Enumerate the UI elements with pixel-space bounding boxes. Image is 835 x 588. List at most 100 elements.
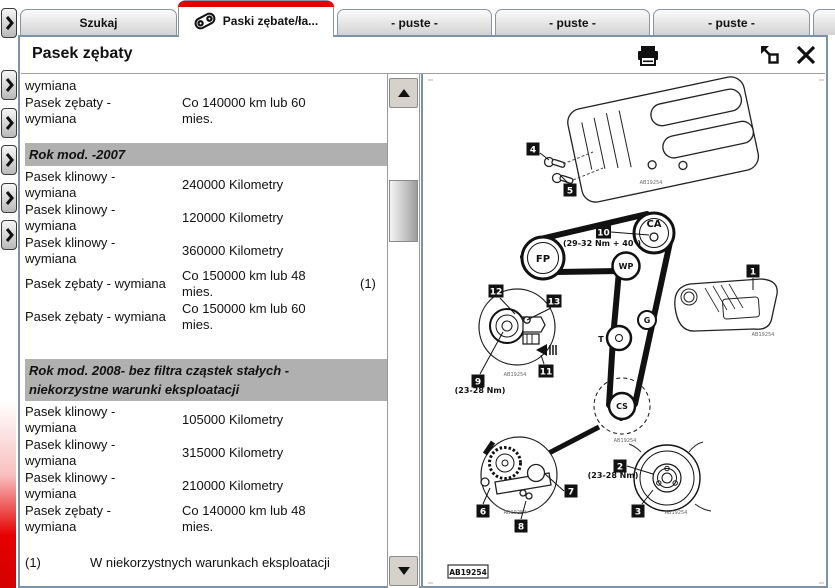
row-value: Co 150000 km lub 48 mies. — [182, 267, 306, 299]
pulley-label-wp: WP — [619, 262, 634, 271]
row-label: Pasek klinowy - wymiana — [25, 436, 116, 468]
scroll-down-button[interactable] — [389, 556, 418, 586]
callout-8: 8 — [514, 519, 528, 533]
magnifier-leader — [547, 424, 601, 456]
callout-2: 2 — [613, 459, 627, 473]
torque-camshaft-label: (29-32 Nm + 40°) — [563, 239, 641, 248]
row-label: Pasek klinowy - wymiana — [25, 403, 116, 435]
table-row: Pasek klinowy - wymiana 210000 Kilometry — [25, 469, 387, 502]
row-value: 360000 Kilometry — [182, 242, 284, 258]
callout-7: 7 — [564, 484, 578, 498]
table-row: Pasek zębaty - wymiana Co 140000 km lub … — [25, 94, 387, 127]
pulley-wp: WP — [611, 251, 641, 281]
side-chevron-button[interactable] — [1, 108, 17, 138]
pulley-label-g: G — [644, 316, 651, 325]
chevron-right-icon — [5, 228, 14, 242]
content-panel: Pasek zębaty wymiana Pasek zębaty - wymi… — [18, 35, 828, 588]
row-label: wymiana — [25, 78, 77, 93]
sub-figure-ref: AB19254 — [614, 438, 637, 444]
timing-belt-diagram: AB19254 FP CA WP G T CS AB19254 (29-32 N… — [423, 74, 829, 588]
row-value: 210000 Kilometry — [182, 477, 284, 493]
belt-cover-sketch: AB19254 — [674, 278, 778, 338]
svg-text:12: 12 — [490, 288, 503, 298]
restore-window-button[interactable] — [759, 44, 781, 66]
pulley-t: T — [598, 324, 633, 352]
print-button[interactable] — [636, 45, 660, 67]
footnote-text: W niekorzystnych warunkach eksploatacji — [90, 555, 330, 570]
table-row: Pasek klinowy - wymiana 315000 Kilometry — [25, 436, 387, 469]
svg-text:13: 13 — [548, 298, 561, 308]
callout-12: 12 — [488, 284, 504, 298]
side-chevron-button[interactable] — [1, 8, 17, 38]
sub-figure-ref: AB19254 — [752, 332, 775, 338]
chevron-right-icon — [5, 116, 14, 130]
row-label: Pasek klinowy - wymiana — [25, 234, 116, 266]
pulley-label-t: T — [598, 335, 604, 344]
side-chevron-button[interactable] — [1, 220, 17, 250]
row-note: (1) — [360, 275, 376, 291]
row-value: Co 140000 km lub 60 mies. — [182, 94, 306, 126]
close-icon — [796, 45, 816, 65]
scrollbar-thumb[interactable] — [389, 180, 418, 242]
table-row: Pasek klinowy - wymiana 240000 Kilometry — [25, 168, 387, 201]
sub-figure-ref: AB19254 — [640, 180, 663, 186]
page-title: Pasek zębaty — [32, 45, 133, 62]
pulley-g: G — [637, 310, 657, 330]
tab-paski-zebate[interactable]: Paski zębate/ła... — [178, 0, 334, 37]
row-label: Pasek zębaty - wymiana — [25, 308, 166, 324]
tab-puste-3[interactable]: - puste - — [653, 9, 810, 35]
row-label: Pasek klinowy - wymiana — [25, 469, 116, 501]
printer-icon — [638, 46, 658, 66]
side-chevron-button[interactable] — [1, 183, 17, 213]
row-value: 315000 Kilometry — [182, 444, 284, 460]
vertical-scrollbar[interactable] — [387, 74, 420, 588]
svg-text:2: 2 — [617, 463, 623, 473]
callout-3: 3 — [631, 504, 645, 518]
tab-filler — [813, 9, 835, 35]
tab-puste-2[interactable]: - puste - — [495, 9, 650, 35]
callout-1: 1 — [746, 264, 760, 278]
tab-szukaj[interactable]: Szukaj — [20, 9, 177, 35]
figure-ref-box: AB19254 — [447, 564, 489, 579]
footnote: (1) W niekorzystnych warunkach eksploata… — [25, 555, 387, 571]
table-row: wymiana — [25, 78, 387, 94]
row-value: Co 150000 km lub 60 mies. — [182, 300, 306, 332]
row-value: 120000 Kilometry — [182, 209, 284, 225]
sub-figure-ref: AB19254 — [665, 510, 688, 516]
svg-text:5: 5 — [567, 187, 573, 197]
callout-10: 10 — [596, 225, 611, 239]
table-row: Pasek zębaty - wymiana Co 150000 km lub … — [25, 300, 387, 333]
section-header: Rok mod. 2008- bez filtra cząstek stałyc… — [25, 359, 387, 401]
pulley-label-fp: FP — [536, 254, 550, 265]
row-label: Pasek klinowy - wymiana — [25, 201, 116, 233]
tab-label: - puste - — [549, 15, 596, 30]
callout-5: 5 — [563, 183, 577, 197]
triangle-up-icon — [397, 89, 410, 97]
pulley-label-cs: CS — [616, 402, 628, 411]
figure-ref-text: AB19254 — [449, 568, 487, 577]
row-label: Pasek zębaty - wymiana — [25, 502, 111, 534]
timing-belt-icon — [194, 12, 216, 30]
pulley-fp: FP — [520, 235, 566, 281]
table-row: Pasek klinowy - wymiana 105000 Kilometry — [25, 403, 387, 436]
camshaft-housing-sketch: AB19254 — [543, 76, 760, 203]
chevron-right-icon — [5, 16, 14, 30]
tab-label: - puste - — [708, 15, 755, 30]
section-header: Rok mod. -2007 — [25, 143, 387, 166]
row-value: Co 140000 km lub 48 mies. — [182, 502, 306, 534]
svg-text:1: 1 — [750, 268, 756, 278]
close-button[interactable] — [794, 43, 818, 67]
table-row: Pasek zębaty - wymiana Co 150000 km lub … — [25, 267, 387, 300]
scroll-up-button[interactable] — [389, 78, 418, 108]
torque-crankshaft-label: (23-28 Nm) — [588, 471, 639, 480]
callout-4: 4 — [526, 142, 540, 156]
crank-sprocket-detail: AB19254 — [480, 436, 558, 516]
svg-text:7: 7 — [568, 488, 574, 498]
callout-6: 6 — [476, 504, 490, 518]
side-chevron-button[interactable] — [1, 70, 17, 100]
tab-puste-1[interactable]: - puste - — [337, 9, 492, 35]
service-intervals-table: wymiana Pasek zębaty - wymiana Co 140000… — [23, 74, 387, 584]
side-chevron-button[interactable] — [1, 145, 17, 175]
table-row: Pasek zębaty - wymiana Co 140000 km lub … — [25, 502, 387, 535]
callout-13: 13 — [546, 294, 562, 308]
